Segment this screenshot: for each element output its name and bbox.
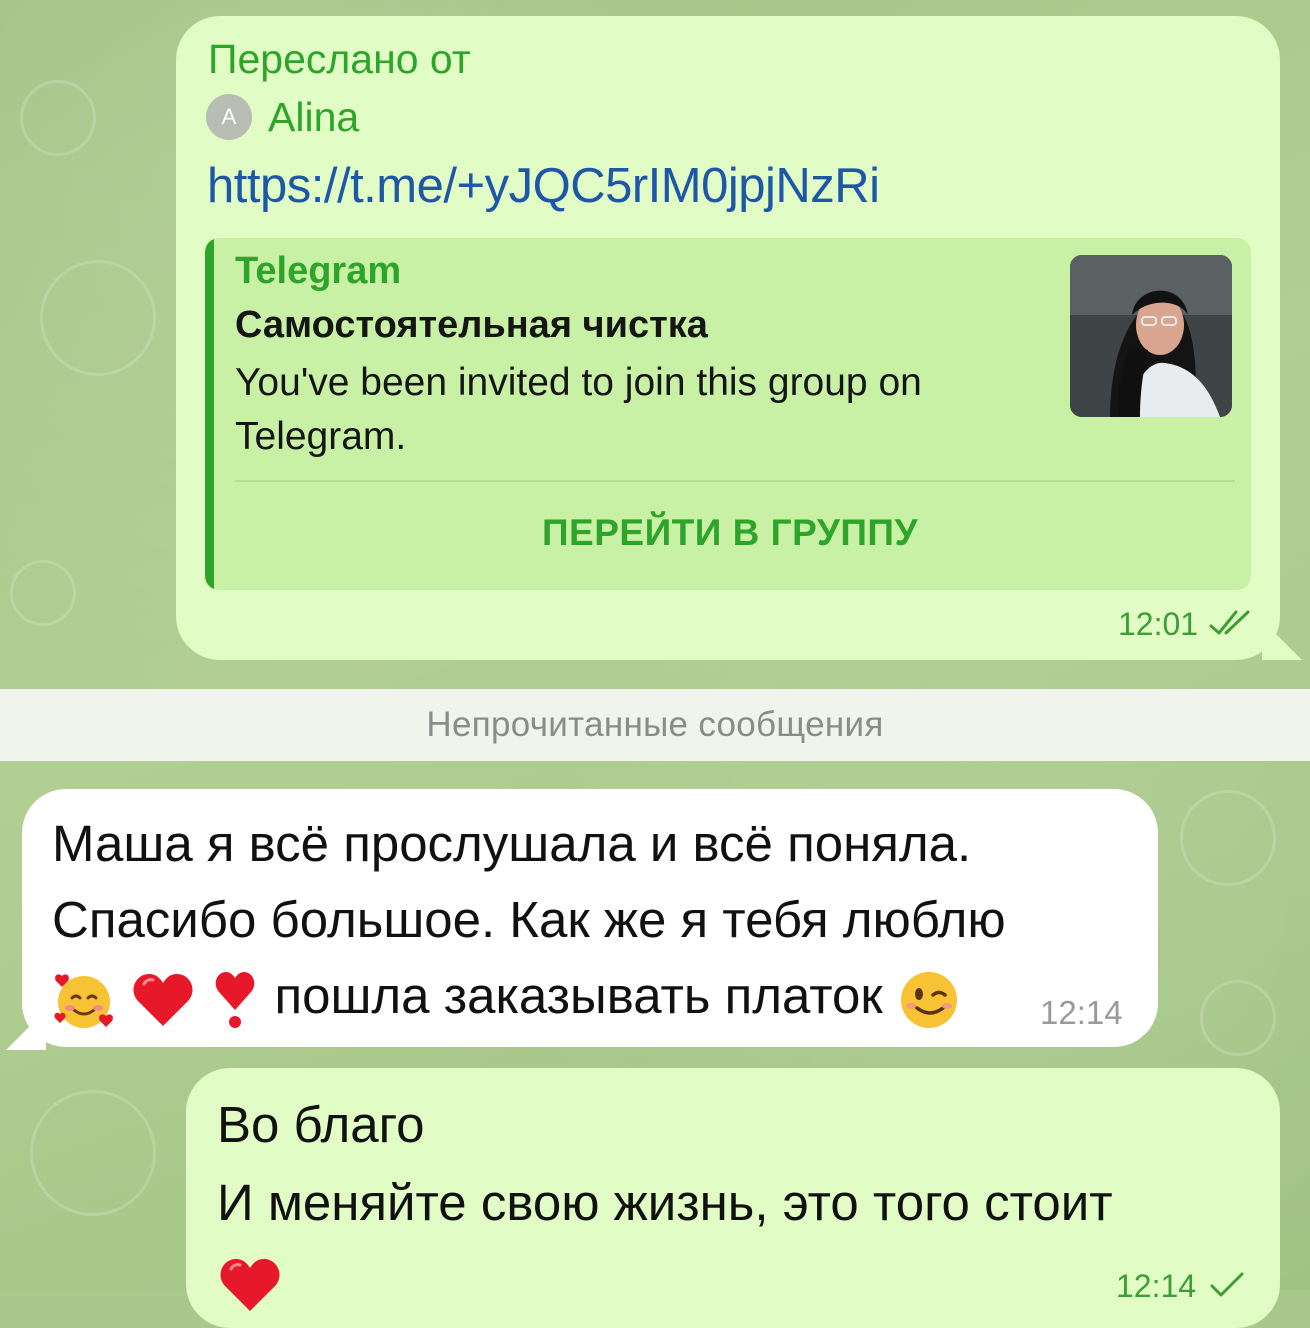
message-line: пошла заказывать платок	[52, 958, 1132, 1034]
unread-divider-label: Непрочитанные сообщения	[426, 705, 884, 744]
message-line	[217, 1242, 1257, 1320]
preview-description: You've been invited to join this group o…	[235, 361, 922, 458]
double-check-icon	[1209, 610, 1250, 635]
invite-link[interactable]: https://t.me/+yJQC5rIM0jpjNzRi	[207, 158, 880, 214]
group-avatar-thumbnail[interactable]	[1070, 255, 1232, 417]
wallpaper-doodle	[1200, 980, 1276, 1056]
incoming-message-text[interactable]: Маша я всё прослушала и всё поняла. Спас…	[52, 806, 1132, 1034]
message-line: Во благо	[217, 1096, 425, 1153]
preview-accent-bar	[205, 238, 214, 590]
wallpaper-doodle	[30, 1090, 156, 1216]
message-line: Спасибо большое. Как же я тебя люблю	[52, 891, 1006, 948]
unread-messages-divider: Непрочитанные сообщения	[0, 689, 1310, 761]
red-heart-icon	[220, 1258, 280, 1311]
join-group-button[interactable]: ПЕРЕЙТИ В ГРУППУ	[235, 512, 1225, 554]
sender-avatar[interactable]: A	[206, 94, 252, 140]
heart-exclamation-icon	[216, 971, 255, 1028]
wallpaper-doodle	[1180, 790, 1276, 886]
single-check-icon	[1210, 1272, 1244, 1297]
message-line: Маша я всё прослушала и всё поняла.	[52, 815, 972, 872]
group-photo-image	[1070, 255, 1232, 417]
message-timestamp: 12:01	[1118, 606, 1199, 642]
preview-divider	[235, 480, 1235, 482]
link-preview-card[interactable]: Telegram Самостоятельная чистка You've b…	[205, 238, 1251, 590]
preview-title: Самостоятельная чистка	[235, 304, 708, 346]
outgoing-message-text[interactable]: Во благо И меняйте свою жизнь, это того …	[217, 1086, 1257, 1320]
wallpaper-doodle	[40, 260, 156, 376]
avatar-initial: A	[221, 104, 237, 129]
message-line: И меняйте свою жизнь, это того стоит	[217, 1174, 1113, 1231]
message-timestamp: 12:14	[1040, 994, 1123, 1031]
forwarded-from-label: Переслано от	[208, 36, 471, 82]
preview-site-name: Telegram	[235, 250, 402, 292]
forwarded-sender-name[interactable]: Alina	[268, 94, 359, 141]
red-heart-icon	[133, 973, 193, 1026]
message-timestamp: 12:14	[1116, 1268, 1197, 1304]
message-line-text: пошла заказывать платок	[274, 967, 883, 1024]
smiling-face-with-hearts-icon	[54, 973, 113, 1028]
wallpaper-doodle	[20, 80, 96, 156]
wallpaper-doodle	[10, 560, 76, 626]
winking-face-icon	[900, 971, 957, 1028]
